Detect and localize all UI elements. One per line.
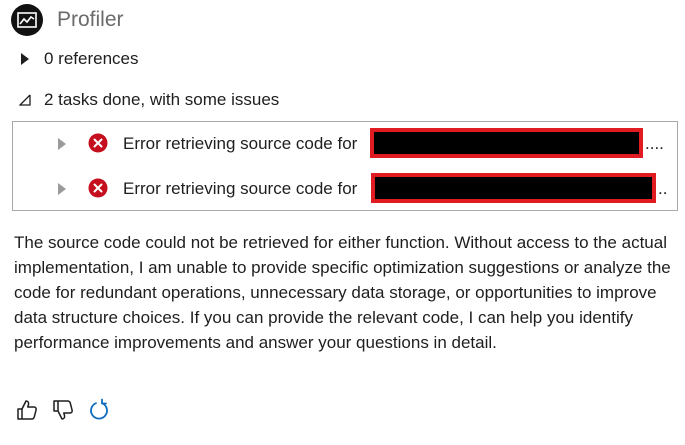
error-icon (88, 178, 108, 198)
chart-line-icon (17, 12, 37, 28)
tasks-toggle[interactable]: 2 tasks done, with some issues (16, 90, 279, 110)
thumbs-up-icon[interactable] (14, 397, 40, 423)
page-title: Profiler (57, 8, 124, 31)
redacted-function-name (370, 128, 643, 158)
chevron-right-icon[interactable] (57, 181, 67, 201)
task-item[interactable]: Error retrieving source code for .. (13, 171, 677, 207)
profiler-header: Profiler (11, 4, 124, 36)
tasks-label: 2 tasks done, with some issues (44, 90, 280, 109)
retry-icon[interactable] (86, 397, 112, 423)
references-label: 0 references (44, 49, 139, 68)
task-ellipsis: .. (658, 179, 668, 198)
response-message: The source code could not be retrieved f… (14, 233, 671, 352)
task-text: Error retrieving source code for (123, 179, 358, 198)
task-list: Error retrieving source code for .... Er… (12, 121, 678, 211)
chevron-right-icon[interactable] (57, 136, 67, 156)
error-icon (88, 133, 108, 153)
task-text: Error retrieving source code for (123, 134, 358, 153)
chevron-right-icon (16, 50, 34, 68)
references-toggle[interactable]: 0 references (16, 49, 139, 69)
profiler-avatar (11, 4, 43, 36)
redacted-function-name (371, 173, 656, 203)
thumbs-down-icon[interactable] (50, 397, 76, 423)
chevron-expanded-icon (16, 91, 34, 109)
task-item[interactable]: Error retrieving source code for .... (13, 126, 677, 162)
feedback-actions (14, 397, 112, 423)
task-ellipsis: .... (645, 134, 664, 153)
